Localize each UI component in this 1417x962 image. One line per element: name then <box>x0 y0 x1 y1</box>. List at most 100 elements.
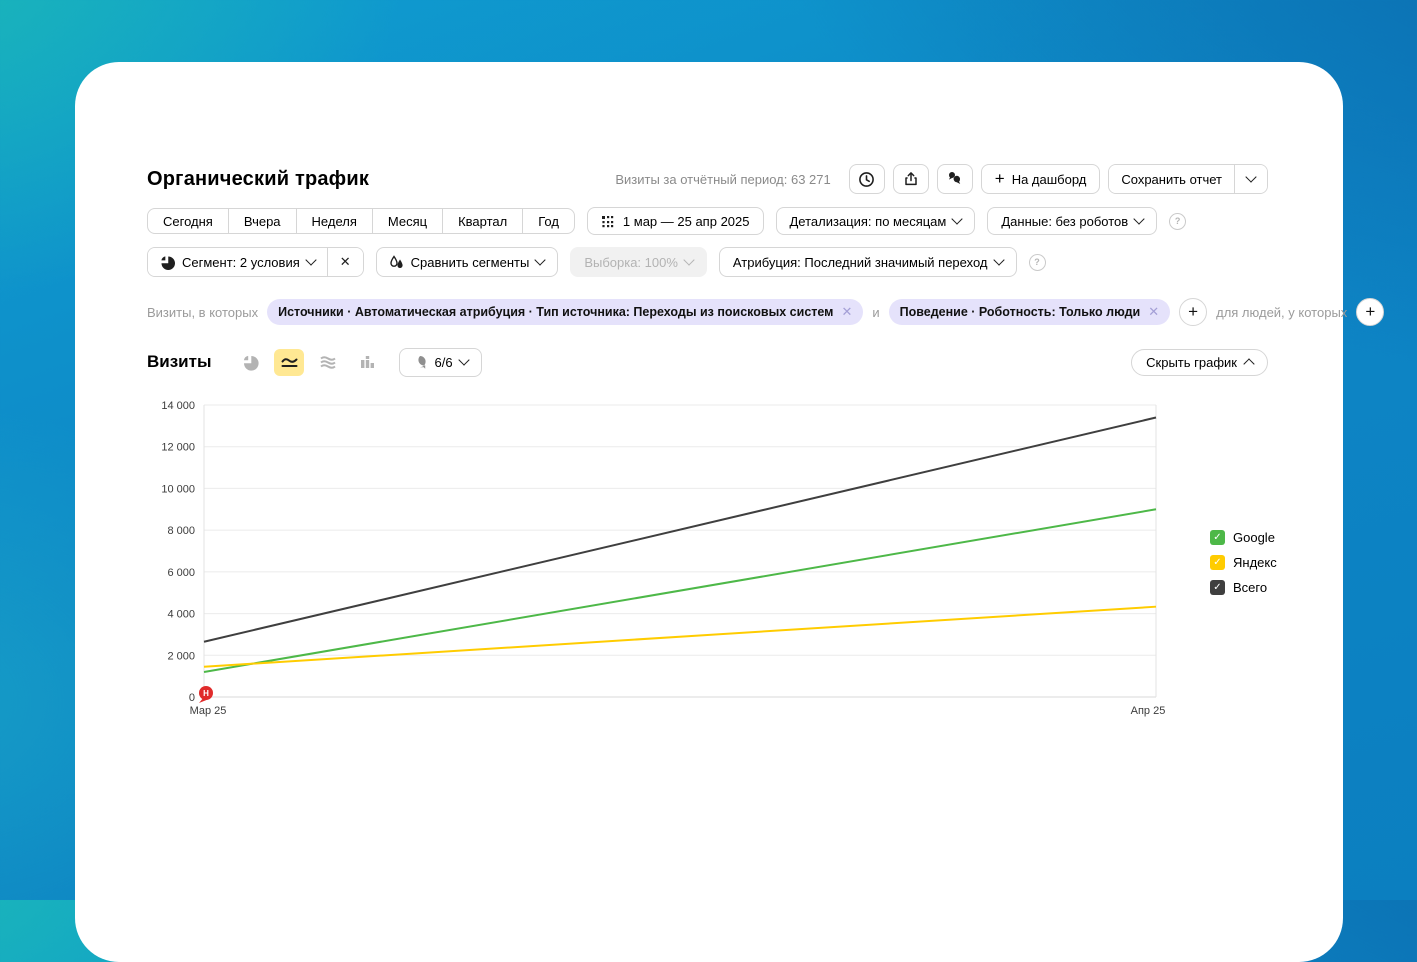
tab-year[interactable]: Год <box>522 208 575 234</box>
period-tabs: Сегодня Вчера Неделя Месяц Квартал Год <box>147 208 575 234</box>
save-report-label: Сохранить отчет <box>1121 171 1222 187</box>
chart-type-columns-button[interactable] <box>352 349 382 376</box>
pie-segment-icon <box>161 255 175 270</box>
compare-segments-label: Сравнить сегменты <box>410 254 530 270</box>
segment-clear-button[interactable]: ✕ <box>326 248 363 276</box>
chart-type-area-button[interactable] <box>313 349 343 376</box>
y-tick-label: 2 000 <box>167 650 195 662</box>
tab-today[interactable]: Сегодня <box>147 208 229 234</box>
legend-item-всего[interactable]: ✓ Всего <box>1210 580 1277 595</box>
legend-label: Google <box>1233 530 1275 545</box>
legend-item-яндекс[interactable]: ✓ Яндекс <box>1210 555 1277 570</box>
clock-icon <box>859 171 875 187</box>
plus-icon: + <box>994 169 1005 188</box>
comment-bubble-icon <box>418 356 427 369</box>
filter-chip-behavior[interactable]: Поведение · Роботность: Только люди ✕ <box>888 299 1171 325</box>
detail-dropdown[interactable]: Детализация: по месяцам <box>775 207 976 235</box>
x-tick-label: Мар 25 <box>190 705 227 717</box>
column-chart-icon <box>360 356 374 368</box>
date-range-button[interactable]: 1 мар — 25 апр 2025 <box>586 207 764 235</box>
comments-icon <box>949 172 961 184</box>
attribution-label: Атрибуция: Последний значимый переход <box>732 254 988 270</box>
legend-label: Всего <box>1233 580 1268 595</box>
tab-quarter[interactable]: Квартал <box>442 208 524 234</box>
filters-suffix: для людей, у которых <box>1216 304 1348 320</box>
add-to-dashboard-label: На дашборд <box>1011 171 1087 187</box>
filters-row: Визиты, в которых Источники · Автоматиче… <box>147 298 1385 326</box>
tab-yesterday[interactable]: Вчера <box>227 208 297 234</box>
series-line-google[interactable] <box>203 508 1157 673</box>
chevron-down-icon <box>1133 213 1145 225</box>
y-tick-label: 10 000 <box>161 483 195 495</box>
legend-checkbox-icon[interactable]: ✓ <box>1210 555 1225 570</box>
save-report-button[interactable]: Сохранить отчет <box>1109 165 1234 193</box>
data-label: Данные: без роботов <box>1001 213 1129 229</box>
attribution-dropdown[interactable]: Атрибуция: Последний значимый переход <box>718 247 1017 277</box>
legend-label: Яндекс <box>1233 555 1277 570</box>
add-to-dashboard-button[interactable]: + На дашборд <box>980 164 1101 194</box>
compare-segments-button[interactable]: Сравнить сегменты <box>375 247 559 277</box>
annotations-count: 6/6 <box>434 354 453 370</box>
svg-text:Н: Н <box>203 689 209 698</box>
visits-period-meta: Визиты за отчётный период: 63 271 <box>615 171 831 187</box>
y-tick-label: 6 000 <box>167 567 195 579</box>
title-actions: Визиты за отчётный период: 63 271 + На д… <box>615 164 1268 194</box>
stacked-area-icon <box>320 356 337 369</box>
date-range-label: 1 мар — 25 апр 2025 <box>622 213 750 229</box>
hide-chart-label: Скрыть график <box>1146 354 1237 370</box>
hide-chart-button[interactable]: Скрыть график <box>1131 348 1268 376</box>
help-icon[interactable]: ? <box>1028 253 1046 271</box>
chart-type-line-button[interactable] <box>274 348 305 376</box>
page-title: Органический трафик <box>147 167 370 190</box>
legend-item-google[interactable]: ✓ Google <box>1210 530 1277 545</box>
x-tick-label: Апр 25 <box>1131 705 1166 717</box>
chevron-down-icon <box>1245 171 1257 183</box>
add-user-condition-button[interactable]: + <box>1356 298 1385 326</box>
add-visit-condition-button[interactable]: + <box>1179 298 1208 326</box>
detail-label: Детализация: по месяцам <box>789 213 947 229</box>
close-icon: ✕ <box>339 254 351 269</box>
segment-group: Сегмент: 2 условия ✕ <box>147 247 364 277</box>
filters-conjunction: и <box>872 304 880 320</box>
metric-label: Визиты <box>147 352 212 371</box>
line-chart-icon <box>281 358 298 367</box>
data-dropdown[interactable]: Данные: без роботов <box>987 207 1158 235</box>
tab-week[interactable]: Неделя <box>295 208 373 234</box>
title-row: Органический трафик Визиты за отчётный п… <box>147 164 1268 194</box>
filter-chip-label: Источники · Автоматическая атрибуция · Т… <box>278 305 834 319</box>
legend-checkbox-icon[interactable]: ✓ <box>1210 580 1225 595</box>
filter-chip-label: Поведение · Роботность: Только люди <box>899 305 1141 319</box>
chart-type-pie-button[interactable] <box>235 349 265 376</box>
save-report-dropdown-button[interactable] <box>1234 165 1267 193</box>
chevron-down-icon <box>683 254 695 266</box>
legend-checkbox-icon[interactable]: ✓ <box>1210 530 1225 545</box>
metric-row: Визиты 6/6 Скрыть график <box>147 347 1268 377</box>
export-icon <box>905 172 917 186</box>
y-tick-label: 0 <box>189 692 195 704</box>
remove-filter-icon[interactable]: ✕ <box>841 304 852 320</box>
segment-button[interactable]: Сегмент: 2 условия <box>148 248 327 276</box>
visits-line-chart[interactable]: 0 2 000 4 000 6 000 8 000 10 000 12 000 14 000 М… <box>125 397 1235 732</box>
filter-chip-sources[interactable]: Источники · Автоматическая атрибуция · Т… <box>267 299 864 325</box>
comments-button[interactable] <box>936 164 973 194</box>
series-line-всего[interactable] <box>203 416 1157 643</box>
series-line-яндекс[interactable] <box>203 605 1157 668</box>
export-button[interactable] <box>892 164 929 194</box>
history-button[interactable] <box>848 164 885 194</box>
annotations-dropdown[interactable]: 6/6 <box>399 347 482 377</box>
compare-segments-icon <box>389 254 403 268</box>
tab-month[interactable]: Месяц <box>371 208 444 234</box>
chevron-down-icon <box>992 254 1005 266</box>
chevron-down-icon <box>305 254 317 266</box>
report-card: Органический трафик Визиты за отчётный п… <box>75 62 1385 962</box>
filters-prefix: Визиты, в которых <box>147 304 259 320</box>
sampling-label: Выборка: 100% <box>584 254 678 270</box>
note-marker[interactable]: Н <box>199 686 213 703</box>
help-icon[interactable]: ? <box>1169 212 1187 230</box>
remove-filter-icon[interactable]: ✕ <box>1148 304 1159 320</box>
sampling-dropdown[interactable]: Выборка: 100% <box>570 247 707 277</box>
pie-chart-icon <box>243 355 259 371</box>
chart-area: 0 2 000 4 000 6 000 8 000 10 000 12 000 14 000 М… <box>125 397 1235 732</box>
segment-row: Сегмент: 2 условия ✕ Сравнить сегменты В… <box>147 247 1046 277</box>
period-row: Сегодня Вчера Неделя Месяц Квартал Год 1… <box>147 207 1187 235</box>
